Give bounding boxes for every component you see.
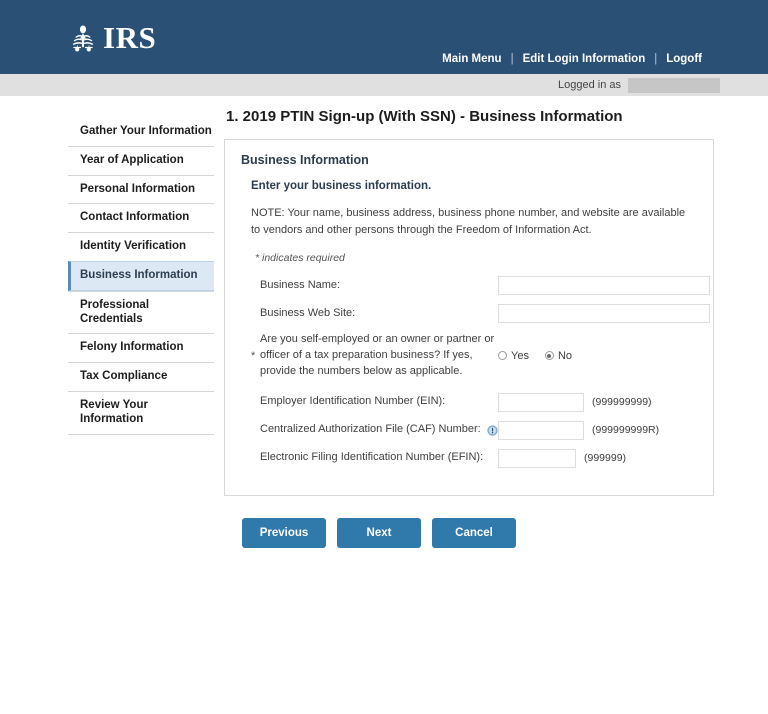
form-row-self-employed: * Are you self-employed or an owner or p… [251,332,697,380]
form-row-business-website: Business Web Site: [251,304,710,323]
radio-label-yes: Yes [511,349,529,362]
caf-control: (999999999R) [498,420,660,440]
sidebar-item-label: Year of Application [80,153,184,166]
caf-format-hint: (999999999R) [592,424,660,437]
sidebar-item-label: Identity Verification [80,240,187,253]
self-employed-label: Are you self-employed or an owner or par… [260,333,495,377]
efin-label: Electronic Filing Identification Number … [260,451,484,464]
business-website-control [498,304,710,323]
panel-subtitle: Enter your business information. [251,180,432,192]
progress-sidebar: Gather Your Information Year of Applicat… [68,118,214,435]
cancel-button[interactable]: Cancel [432,517,516,548]
form-row-efin: Electronic Filing Identification Number … [251,448,697,468]
sidebar-item-label: Business Information [80,268,198,281]
self-employed-control: Yes No [498,350,588,362]
panel-note: NOTE: Your name, business address, busin… [251,207,686,236]
self-employed-radio-group: Yes No [498,350,588,362]
radio-label-no: No [557,349,573,362]
caf-label: Centralized Authorization File (CAF) Num… [260,422,498,438]
sidebar-item-professional-credentials[interactable]: Professional Credentials [68,290,214,334]
form-actions: Previous Next Cancel [242,517,714,548]
sidebar-item-label: Contact Information [80,211,190,224]
sidebar-item-identity-verification[interactable]: Identity Verification [68,232,214,261]
nav-separator: | [654,53,658,65]
sidebar-item-contact-information[interactable]: Contact Information [68,203,214,232]
page-title: 1. 2019 PTIN Sign-up (With SSN) - Busine… [226,108,623,125]
sidebar-item-label: Tax Compliance [80,370,168,383]
ein-control: (999999999) [498,392,652,412]
sidebar-item-label: Felony Information [80,341,184,354]
efin-input[interactable] [498,448,576,468]
next-button[interactable]: Next [337,517,421,548]
business-website-label: Business Web Site: [260,306,356,319]
sidebar-item-label: Review Your Information [80,398,148,425]
irs-logo[interactable]: IRS [66,20,156,54]
sidebar-item-label: Professional Credentials [80,298,150,325]
self-employed-required-marker: * [251,349,256,362]
sidebar-item-review-your-information[interactable]: Review Your Information [68,390,214,434]
self-employed-option-no[interactable]: No [544,349,573,362]
logged-in-label: Logged in as [558,79,621,91]
nav-main-menu[interactable]: Main Menu [442,53,501,65]
site-header: IRS Main Menu | Edit Login Information |… [0,0,768,74]
top-navigation: Main Menu | Edit Login Information | Log… [442,53,702,65]
radio-button-yes[interactable] [498,351,507,361]
self-employed-option-yes[interactable]: Yes [498,350,529,362]
panel-title: Business Information [241,153,369,167]
radio-button-no[interactable] [544,351,554,361]
irs-logo-text: IRS [103,19,157,55]
business-name-label: Business Name: [260,278,341,291]
page-body: Gather Your Information Year of Applicat… [0,96,768,714]
info-help-icon[interactable] [487,425,498,436]
sidebar-item-business-information[interactable]: Business Information [68,260,214,291]
sidebar-item-personal-information[interactable]: Personal Information [68,174,214,204]
nav-separator: | [510,53,514,65]
business-name-input[interactable] [498,276,710,295]
sidebar-item-label: Gather Your Information [80,125,212,137]
sidebar-item-year-of-application[interactable]: Year of Application [68,145,214,175]
ein-format-hint: (999999999) [592,396,652,409]
business-name-control [498,276,710,295]
sidebar-item-felony-information[interactable]: Felony Information [68,333,214,362]
required-indicator-note: * indicates required [255,252,345,264]
efin-control: (999999) [498,448,627,468]
caf-label-text: Centralized Authorization File (CAF) Num… [260,423,481,436]
business-information-panel: Business Information Enter your business… [224,139,714,496]
form-row-business-name: Business Name: [251,276,710,295]
logged-in-username-redacted [628,77,720,93]
previous-button[interactable]: Previous [242,517,326,548]
logged-in-bar: Logged in as [0,74,768,96]
ein-input[interactable] [498,392,584,412]
efin-format-hint: (999999) [584,452,627,465]
nav-logoff[interactable]: Logoff [666,53,702,65]
irs-eagle-seal-icon [72,25,94,52]
business-information-form: Business Name: Business Web Site: * Are … [251,276,710,468]
business-website-input[interactable] [498,304,710,323]
form-row-caf: Centralized Authorization File (CAF) Num… [251,420,697,440]
sidebar-item-label: Personal Information [80,182,196,195]
ein-label: Employer Identification Number (EIN): [260,395,446,408]
nav-edit-login-information[interactable]: Edit Login Information [523,53,646,65]
main-content: 1. 2019 PTIN Sign-up (With SSN) - Busine… [224,108,714,548]
sidebar-item-tax-compliance[interactable]: Tax Compliance [68,362,214,391]
sidebar-bottom-divider [68,433,214,435]
caf-input[interactable] [498,420,584,440]
form-row-ein: Employer Identification Number (EIN): (9… [251,392,697,412]
sidebar-item-gather-your-information[interactable]: Gather Your Information [68,118,214,146]
